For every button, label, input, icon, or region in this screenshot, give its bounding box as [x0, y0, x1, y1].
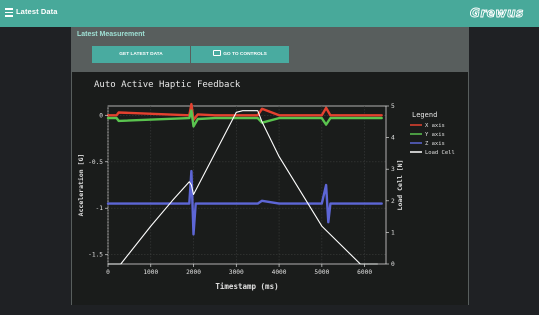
legend-entry-y: Y axis — [425, 132, 445, 138]
legend-entry-x: X axis — [425, 123, 445, 129]
chart-container: Auto Active Haptic Feedback 0 1000 2000 300… — [72, 72, 468, 305]
grewus-logo: Grewus — [470, 6, 524, 20]
y-tick-label-right: 3 — [391, 166, 395, 173]
y-tick-label-left: 0 — [99, 112, 103, 119]
y-tick-label-left: -1 — [96, 205, 104, 212]
get-latest-data-label: GET LATEST DATA — [119, 52, 163, 57]
x-tick-label: 0 — [106, 269, 110, 276]
logo-text: Grewus — [470, 6, 524, 20]
chart-title: Auto Active Haptic Feedback — [94, 80, 241, 90]
get-latest-data-button[interactable]: GET LATEST DATA — [92, 46, 190, 63]
x-tick-label: 4000 — [272, 269, 287, 276]
series-line-z-axis — [106, 169, 383, 236]
hamburger-menu-icon[interactable] — [5, 8, 13, 17]
y-tick-label-right: 1 — [391, 229, 395, 236]
legend: Legend X axis Y axis Z axis Load Cell — [410, 111, 455, 156]
y-tick-label-right: 5 — [391, 103, 395, 110]
plot-frame — [107, 105, 387, 265]
y-tick-label-right: 4 — [391, 135, 395, 142]
y-tick-label-left: -0.5 — [88, 159, 103, 166]
y-tick-label-right: 2 — [391, 198, 395, 205]
y-tick-label-left: -1.5 — [88, 252, 103, 259]
y-axis-right-label: Load Cell [N] — [396, 160, 404, 211]
go-to-controls-label: GO TO CONTROLS — [223, 52, 267, 57]
x-tick-label: 1000 — [143, 269, 158, 276]
x-tick-label: 3000 — [229, 269, 244, 276]
chart: Auto Active Haptic Feedback 0 1000 2000 300… — [77, 80, 455, 291]
legend-entry-z: Z axis — [425, 141, 445, 147]
y-tick-label-right: 0 — [391, 261, 395, 268]
axis-ticks: 0 1000 2000 3000 4000 5000 6000 0 -0.5 -1 -1.5 0 1 2 3… — [88, 103, 395, 276]
legend-entry-load-cell: Load Cell — [425, 150, 455, 156]
go-to-controls-button[interactable]: GO TO CONTROLS — [191, 46, 289, 63]
x-axis-label: Timestamp (ms) — [215, 282, 278, 291]
grid — [107, 106, 386, 264]
y-axis-left-label: Acceleration [G] — [77, 154, 85, 217]
controls-icon — [213, 50, 222, 57]
panel-title: Latest Measurement — [77, 31, 145, 38]
x-tick-label: 5000 — [314, 269, 329, 276]
x-tick-label: 2000 — [186, 269, 201, 276]
top-app-bar: Latest Data Grewus — [0, 0, 539, 27]
series-line-load-cell — [107, 110, 378, 265]
app-title: Latest Data — [16, 7, 58, 16]
legend-title: Legend — [412, 111, 437, 119]
series-layer — [106, 102, 383, 265]
measurement-panel: Latest Measurement GET LATEST DATA GO TO… — [71, 27, 469, 305]
x-tick-label: 6000 — [357, 269, 372, 276]
